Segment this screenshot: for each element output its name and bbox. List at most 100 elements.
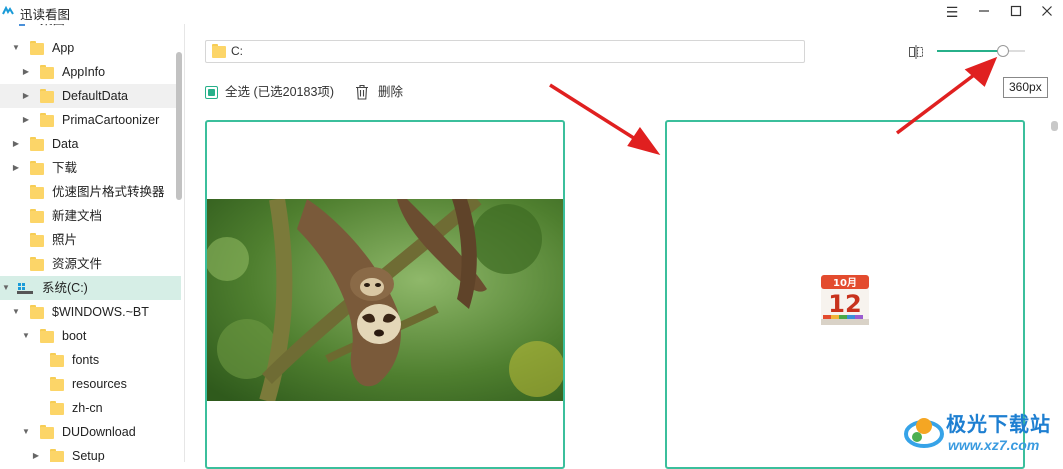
tree-label: 照片 [52, 233, 78, 247]
tree-label: 下载 [52, 161, 78, 175]
folder-icon [30, 257, 44, 271]
folder-tree-sidebar: 桌面 ▼ App ▶ AppInfo ▶ DefaultData ▶ Prima… [0, 24, 185, 462]
chevron-right-icon[interactable]: ▶ [21, 108, 31, 132]
drive-icon [17, 283, 33, 294]
tree-label: Setup [72, 449, 105, 462]
tree-item-system-drive[interactable]: ▼ 系统(C:) [0, 276, 181, 300]
tree-label: DefaultData [62, 89, 129, 103]
tree-item-fonts[interactable]: fonts [0, 348, 181, 372]
folder-icon [30, 161, 44, 175]
tree-label: 资源文件 [52, 257, 103, 271]
folder-icon [40, 425, 54, 439]
tree-label: Data [52, 137, 79, 151]
tree-item-data[interactable]: ▶ Data [0, 132, 181, 156]
tree-label: DUDownload [62, 425, 136, 439]
tree-label: 新建文档 [52, 209, 103, 223]
folder-icon [30, 137, 44, 151]
tree-item-boot[interactable]: ▼ boot [0, 324, 181, 348]
trash-icon[interactable] [355, 84, 369, 100]
sidebar-scrollbar[interactable] [176, 52, 182, 200]
tree-label: 桌面 [40, 24, 65, 32]
folder-icon [30, 233, 44, 247]
calendar-month-text: 10月 [833, 277, 857, 289]
main-scrollbar[interactable] [1051, 121, 1058, 131]
tree-item-primacartoonizer[interactable]: ▶ PrimaCartoonizer [0, 108, 181, 132]
tree-item-resource-files[interactable]: 资源文件 [0, 252, 181, 276]
tree-label: fonts [72, 353, 100, 367]
zoom-slider-fill [937, 50, 1003, 52]
delete-button[interactable]: 删除 [378, 84, 403, 100]
calendar-day-text: 12 [828, 290, 861, 318]
menu-icon[interactable]: ☰ [941, 2, 963, 22]
folder-icon [30, 209, 44, 223]
folder-icon [30, 185, 44, 199]
chevron-right-icon[interactable]: ▶ [21, 84, 31, 108]
minimize-icon[interactable] [973, 2, 995, 22]
path-input[interactable]: C: [205, 40, 805, 63]
tree-label: PrimaCartoonizer [62, 113, 160, 127]
tree-label: boot [62, 329, 87, 343]
app-logo-icon [2, 5, 14, 15]
tree-item-app[interactable]: ▼ App [0, 36, 181, 60]
compare-icon[interactable] [908, 44, 924, 60]
folder-icon [50, 377, 64, 391]
tree-label: 系统(C:) [42, 281, 88, 295]
chevron-right-icon[interactable]: ▶ [11, 156, 21, 180]
path-value: C: [231, 44, 243, 58]
zoom-slider[interactable] [937, 45, 1025, 57]
tree-item-zh-cn[interactable]: zh-cn [0, 396, 181, 420]
folder-icon [30, 41, 44, 55]
chevron-right-icon[interactable]: ▶ [31, 444, 41, 462]
watermark-swirl-icon [904, 418, 944, 448]
tree-item-downloads[interactable]: ▶ 下载 [0, 156, 181, 180]
select-all-label[interactable]: 全选 (已选20183项) [225, 84, 334, 100]
zoom-tooltip: 360px [1003, 77, 1048, 98]
folder-icon [212, 44, 226, 58]
folder-icon [40, 89, 54, 103]
chevron-down-icon[interactable]: ▼ [11, 300, 21, 324]
chevron-down-icon[interactable]: ▼ [21, 324, 31, 348]
tree-label: AppInfo [62, 65, 106, 79]
folder-icon [40, 329, 54, 343]
tree-label: $WINDOWS.~BT [52, 305, 149, 319]
tree-item-photos[interactable]: 照片 [0, 228, 181, 252]
close-icon[interactable] [1036, 2, 1058, 22]
tree-label: zh-cn [72, 401, 103, 415]
tree-item-windows-bt[interactable]: ▼ $WINDOWS.~BT [0, 300, 181, 324]
chevron-down-icon[interactable]: ▼ [11, 36, 21, 60]
arrowhead-1 [627, 126, 661, 155]
title-bar: 迅读看图 ☰ [0, 0, 1063, 24]
app-title: 迅读看图 [20, 8, 71, 22]
tree-item-resources[interactable]: resources [0, 372, 181, 396]
watermark-logo: 极光下载站 www.xz7.com [900, 408, 1060, 460]
folder-icon [40, 113, 54, 127]
tree-item-image-converter[interactable]: 优速图片格式转换器 [0, 180, 181, 204]
tree-item-dudownload[interactable]: ▼ DUDownload [0, 420, 181, 444]
tree-label: 优速图片格式转换器 [52, 185, 165, 199]
chevron-right-icon[interactable]: ▶ [11, 132, 21, 156]
folder-icon [50, 449, 64, 462]
folder-icon [50, 353, 64, 367]
select-all-checkbox[interactable] [205, 86, 218, 99]
tree-item-appinfo[interactable]: ▶ AppInfo [0, 60, 181, 84]
watermark-url: www.xz7.com [948, 437, 1040, 453]
zoom-slider-handle[interactable] [997, 45, 1009, 57]
sloth-photo [207, 199, 563, 401]
maximize-icon[interactable] [1005, 2, 1027, 22]
tree-item-desktop-partial[interactable]: 桌面 [0, 24, 181, 32]
tree-item-defaultdata[interactable]: ▶ DefaultData [0, 84, 181, 108]
chevron-down-icon[interactable]: ▼ [21, 420, 31, 444]
chevron-down-icon[interactable]: ▼ [1, 276, 11, 300]
folder-icon [40, 65, 54, 79]
folder-icon [50, 401, 64, 415]
folder-icon [30, 305, 44, 319]
chevron-right-icon[interactable]: ▶ [21, 60, 31, 84]
thumbnail-card[interactable] [205, 120, 565, 469]
calendar-icon: 10月 12 [821, 275, 869, 325]
tree-item-setup[interactable]: ▶ Setup [0, 444, 181, 462]
tree-label: resources [72, 377, 127, 391]
arrowhead-2 [964, 56, 998, 87]
desktop-icon [19, 24, 25, 26]
tree-label: App [52, 41, 75, 55]
tree-item-new-document[interactable]: 新建文档 [0, 204, 181, 228]
